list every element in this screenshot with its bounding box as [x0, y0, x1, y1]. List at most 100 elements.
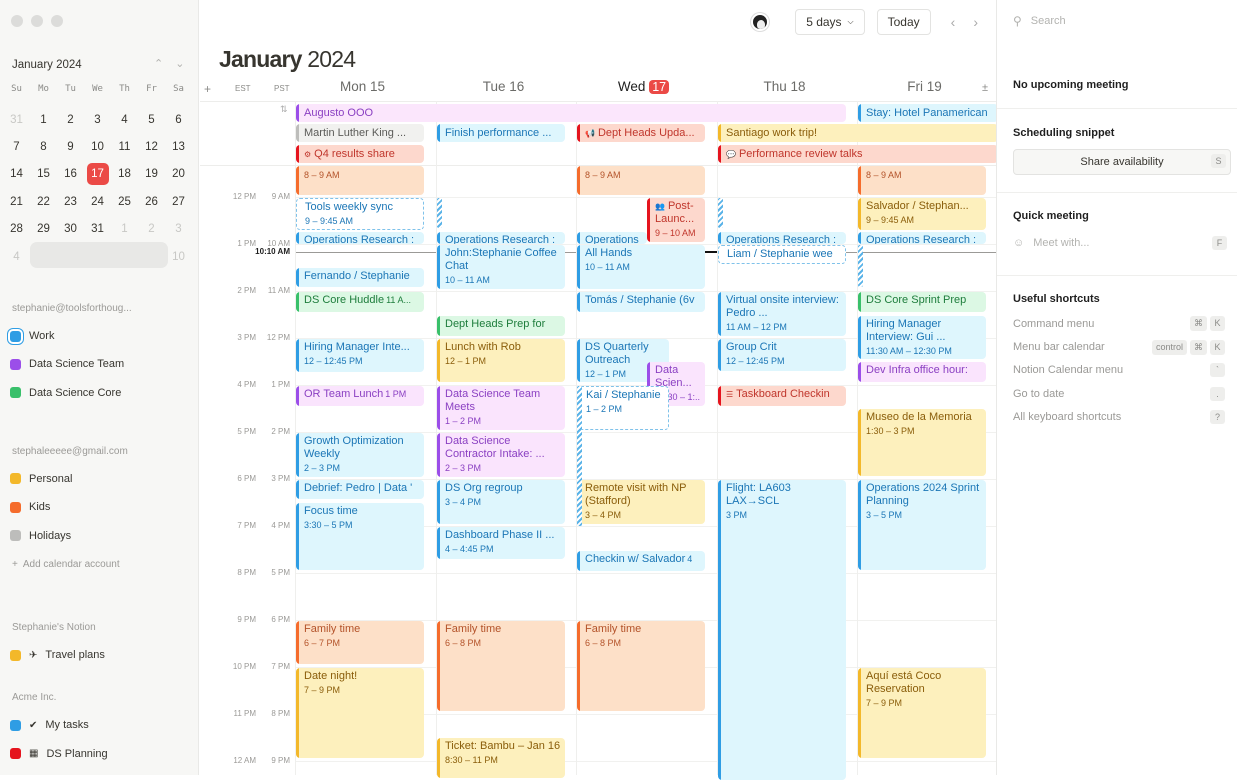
mini-calendar-day[interactable]: 10 [84, 141, 111, 153]
mini-calendar-day[interactable]: 17 [84, 163, 111, 186]
previous-icon[interactable]: ‹ [951, 14, 956, 30]
calendar-event[interactable]: Operations Research : [858, 232, 986, 244]
day-header[interactable]: Mon 15 [292, 79, 433, 94]
mini-calendar-day[interactable]: 16 [57, 168, 84, 180]
mini-calendar-day[interactable]: 5 [138, 114, 165, 126]
calendar-event[interactable]: Dept Heads Prep for [437, 316, 565, 336]
calendar-event[interactable]: Fernando / Stephanie [296, 268, 424, 287]
day-header[interactable]: Thu 18 [714, 79, 855, 94]
calendar-event[interactable]: Family time 6 – 8 PM [437, 621, 565, 711]
today-button[interactable]: Today [876, 9, 931, 35]
calendar-event[interactable]: Operations Research : [296, 232, 424, 244]
calendar-color-checkbox[interactable] [10, 719, 21, 731]
calendar-event[interactable]: Data Science Contractor Intake: ... 2 – 3… [437, 433, 565, 477]
calendar-event[interactable]: 8 – 9 AM [296, 166, 424, 195]
close-window-button[interactable] [11, 15, 23, 27]
mini-calendar-day[interactable]: 10 [165, 251, 192, 263]
add-timezone-icon[interactable]: + [204, 82, 211, 96]
mini-calendar-day[interactable]: 3 [84, 114, 111, 126]
shortcut-row[interactable]: Go to date. [1013, 386, 1225, 401]
calendar-color-checkbox[interactable] [10, 649, 21, 661]
calendar-event[interactable]: Ticket: Bambu – Jan 16 8:30 – 11 PM [437, 738, 565, 778]
mini-calendar-day[interactable]: 12 [138, 141, 165, 153]
calendar-color-checkbox[interactable] [10, 330, 21, 342]
view-select[interactable]: 5 days ⌵ [795, 9, 865, 35]
calendar-item[interactable]: Data Science Team [10, 358, 124, 370]
calendar-event[interactable]: Family time 6 – 7 PM [296, 621, 424, 664]
mini-calendar-day[interactable]: 13 [165, 141, 192, 153]
next-icon[interactable]: › [973, 14, 978, 30]
chevron-down-icon[interactable]: ⌄ [175, 57, 184, 70]
calendar-event[interactable]: Hiring Manager Interview: Gui ... 11:30 A… [858, 316, 986, 359]
mini-calendar-day[interactable]: 1 [30, 114, 57, 126]
day-header[interactable]: Wed 17 [573, 79, 714, 94]
avatar[interactable] [751, 13, 770, 31]
mini-calendar-day[interactable]: 2 [138, 223, 165, 235]
calendar-event[interactable]: Museo de la Memoria 1:30 – 3 PM [858, 409, 986, 476]
shortcut-row[interactable]: Notion Calendar menu ` [1013, 363, 1225, 377]
calendar-event[interactable]: DS Core Sprint Prep [858, 292, 986, 312]
mini-calendar-day[interactable]: 9 [57, 141, 84, 153]
calendar-color-checkbox[interactable] [10, 387, 21, 399]
mini-calendar-day[interactable]: 19 [138, 168, 165, 180]
notion-database-item[interactable]: ▦ DS Planning [10, 748, 108, 760]
calendar-event[interactable]: All Hands 10 – 11 AM [577, 245, 705, 289]
calendar-event[interactable]: Tomás / Stephanie (6v [577, 292, 705, 312]
calendar-item[interactable]: Data Science Core [10, 387, 121, 399]
calendar-color-checkbox[interactable] [10, 530, 21, 541]
calendar-color-checkbox[interactable] [10, 358, 21, 370]
calendar-event[interactable]: Flight: LA603 LAX→SCL 3 PM [718, 480, 846, 780]
calendar-color-checkbox[interactable] [10, 748, 21, 760]
mini-calendar-day[interactable]: 28 [3, 223, 30, 235]
minimize-window-button[interactable] [31, 15, 43, 27]
calendar-event[interactable]: Kai / Stephanie 1 – 2 PM [577, 386, 669, 430]
calendar-event[interactable]: Operations Research : [718, 232, 846, 244]
calendar-event[interactable]: Salvador / Stephan... 9 – 9:45 AM [858, 198, 986, 230]
zoom-window-button[interactable] [51, 15, 63, 27]
mini-calendar-day[interactable]: 4 [111, 114, 138, 126]
calendar-item[interactable]: Personal [10, 473, 72, 485]
calendar-color-checkbox[interactable] [10, 501, 21, 513]
calendar-event[interactable]: Operations 2024 Sprint Planning 3 – 5 PM [858, 480, 986, 570]
share-availability-button[interactable]: Share availability S [1013, 149, 1231, 175]
mini-calendar-day[interactable]: 26 [138, 196, 165, 208]
all-day-event[interactable]: 💬 Performance review talks [718, 145, 998, 163]
mini-calendar-day[interactable]: 25 [111, 196, 138, 208]
mini-calendar-day[interactable]: 23 [57, 196, 84, 208]
calendar-event[interactable]: Tools weekly sync 9 – 9:45 AM [296, 198, 424, 230]
calendar-event[interactable]: Operations Research : [437, 232, 565, 244]
calendar-color-checkbox[interactable] [10, 473, 21, 485]
calendar-event[interactable]: Remote visit with NP (Stafford) 3 – 4 PM [577, 480, 705, 524]
calendar-event[interactable]: Virtual onsite interview: Pedro ... 11 AM… [718, 292, 846, 336]
shortcut-row[interactable]: All keyboard shortcuts? [1013, 410, 1225, 424]
all-day-event[interactable]: Augusto OOO [296, 104, 846, 122]
meet-with-input[interactable]: ☺ Meet with... F [1013, 236, 1231, 250]
calendar-event[interactable]: OR Team Lunch 1 PM [296, 386, 424, 406]
calendar-event[interactable]: John:Stephanie Coffee Chat 10 – 11 AM [437, 245, 565, 289]
mini-calendar-day[interactable]: 6 [165, 114, 192, 126]
mini-calendar-day[interactable]: 24 [84, 196, 111, 208]
search-input[interactable]: ⚲ Search [1013, 14, 1066, 28]
calendar-event[interactable]: Hiring Manager Inte... 12 – 12:45 PM [296, 339, 424, 372]
calendar-item[interactable]: Holidays [10, 530, 71, 542]
shortcut-row[interactable]: Command menu ⌘ K [1013, 316, 1225, 331]
mini-calendar-day[interactable]: 2 [57, 114, 84, 126]
mini-calendar-day[interactable]: 22 [30, 196, 57, 208]
calendar-event[interactable]: DS Core Huddle 11 A... [296, 292, 424, 312]
calendar-event[interactable]: Growth Optimization Weekly 2 – 3 PM [296, 433, 424, 477]
calendar-event[interactable]: Dashboard Phase II ... 4 – 4:45 PM [437, 527, 565, 559]
calendar-event[interactable]: Date night! 7 – 9 PM [296, 668, 424, 758]
day-header[interactable]: Fri 19 [854, 79, 995, 94]
shortcut-row[interactable]: Menu bar calendar control ⌘ K [1013, 339, 1225, 355]
all-day-event[interactable]: Martin Luther King ... [296, 124, 424, 142]
calendar-item[interactable]: Kids [10, 501, 50, 513]
calendar-event[interactable]: Dev Infra office hour: [858, 362, 986, 382]
mini-calendar-day[interactable]: 4 [3, 251, 30, 263]
calendar-event[interactable]: 8 – 9 AM [858, 166, 986, 195]
calendar-event[interactable]: Liam / Stephanie wee [718, 245, 846, 264]
all-day-event[interactable]: 📢 Dept Heads Upda... [577, 124, 705, 142]
calendar-event[interactable]: 👥 Post-Launc... 9 – 10 AM [647, 198, 705, 242]
calendar-event[interactable]: Data Science Team Meets 1 – 2 PM [437, 386, 565, 430]
collapse-icon[interactable]: ⇅ [280, 104, 288, 115]
mini-calendar-day[interactable]: 31 [84, 223, 111, 235]
